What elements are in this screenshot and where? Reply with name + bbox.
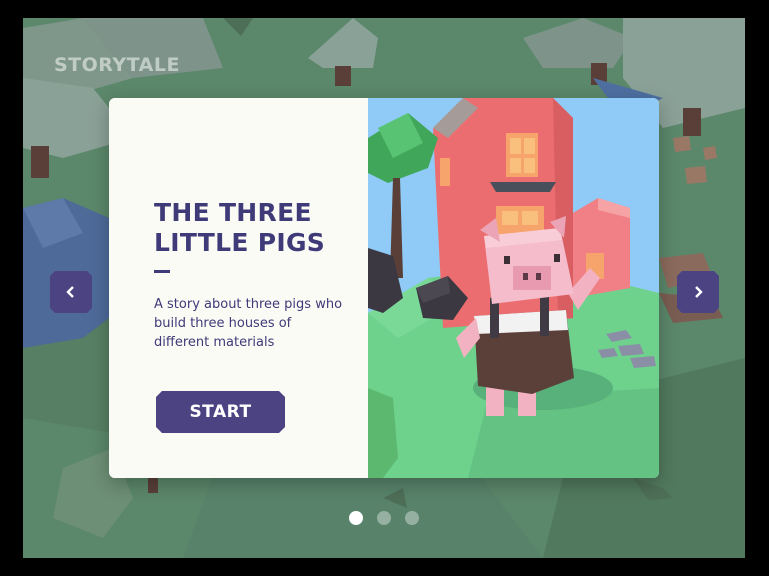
start-button[interactable]: START	[156, 391, 285, 433]
story-card: THE THREE LITTLE PIGS A story about thre…	[109, 98, 659, 478]
pagination-dot-3[interactable]	[405, 511, 419, 525]
title-divider	[154, 270, 170, 273]
chevron-right-icon	[695, 286, 703, 298]
story-info-panel: THE THREE LITTLE PIGS A story about thre…	[109, 98, 368, 478]
story-title: THE THREE LITTLE PIGS	[154, 198, 354, 258]
pagination-dot-1[interactable]	[349, 511, 363, 525]
pig-illustration	[368, 98, 659, 478]
story-title-line-2: LITTLE PIGS	[154, 228, 326, 257]
chevron-left-icon	[66, 286, 74, 298]
app-screen: STORYTALE THE THREE LITTLE PIGS A story …	[23, 18, 745, 558]
pagination-dots	[349, 511, 419, 525]
next-story-button[interactable]	[677, 271, 719, 313]
story-description: A story about three pigs who build three…	[154, 297, 343, 350]
previous-story-button[interactable]	[50, 271, 92, 313]
pagination-dot-2[interactable]	[377, 511, 391, 525]
story-title-line-1: THE THREE	[154, 198, 312, 227]
brand-logo: STORYTALE	[54, 54, 180, 76]
